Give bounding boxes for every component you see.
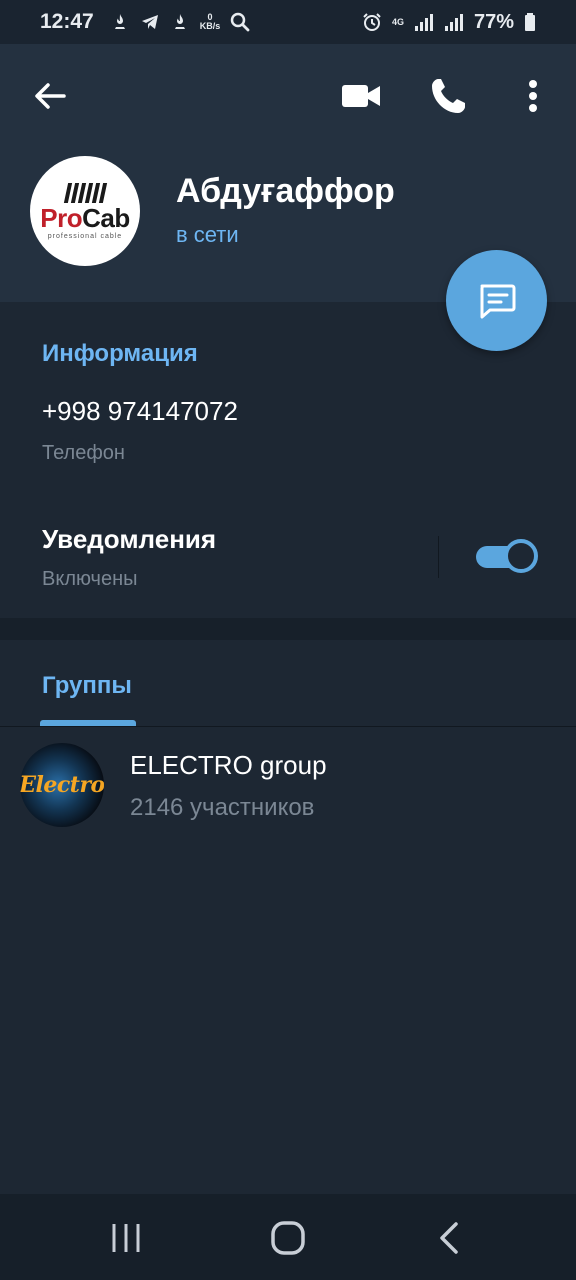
back-icon[interactable] bbox=[434, 1220, 464, 1256]
system-nav-bar bbox=[0, 1194, 576, 1280]
avatar-logo-stripes bbox=[63, 182, 107, 203]
status-left: 12:47 0 KB/s bbox=[40, 10, 250, 34]
battery-percent: 77% bbox=[473, 10, 514, 33]
group-name: ELECTRO group bbox=[130, 750, 327, 780]
contact-name: Абдуғаффор bbox=[176, 172, 395, 210]
notifications-status: Включены bbox=[42, 568, 138, 590]
phone-label: Телефон bbox=[42, 442, 125, 464]
send-message-button[interactable] bbox=[446, 250, 547, 351]
phone-icon[interactable] bbox=[426, 74, 470, 118]
home-icon[interactable] bbox=[270, 1220, 306, 1256]
tab-groups[interactable]: Группы bbox=[42, 672, 132, 700]
avatar-logo-cab: Cab bbox=[82, 202, 130, 233]
network-speed-unit: KB/s bbox=[199, 21, 221, 31]
status-time: 12:47 bbox=[40, 10, 94, 33]
section-divider bbox=[0, 618, 576, 640]
status-bar: 12:47 0 KB/s 4G 77% bbox=[0, 0, 576, 44]
search-icon bbox=[230, 12, 250, 32]
video-camera-icon[interactable] bbox=[338, 74, 384, 118]
avatar-logo-pro: Pro bbox=[40, 202, 83, 233]
recent-apps-icon[interactable] bbox=[108, 1221, 148, 1255]
toggle-knob bbox=[504, 539, 538, 573]
notifications-label: Уведомления bbox=[42, 524, 217, 554]
avatar-logo-subtitle: professional cable bbox=[47, 232, 123, 240]
status-right: 4G 77% bbox=[362, 11, 536, 34]
signal-icon bbox=[444, 14, 463, 31]
network-speed: 0 KB/s bbox=[200, 13, 221, 31]
back-arrow-icon[interactable] bbox=[30, 76, 70, 116]
contact-online-status: в сети bbox=[176, 222, 239, 247]
notifications-toggle[interactable] bbox=[476, 538, 538, 574]
contact-avatar[interactable]: ProCab professional cable bbox=[30, 156, 140, 266]
notifications-row[interactable]: Уведомления Включены bbox=[0, 518, 576, 608]
network-type: 4G bbox=[391, 17, 404, 27]
alarm-icon bbox=[363, 13, 381, 31]
signal-icon bbox=[414, 14, 433, 31]
notification-icon bbox=[114, 14, 125, 29]
message-icon bbox=[480, 284, 515, 318]
more-vertical-icon[interactable] bbox=[516, 74, 550, 118]
info-section-title: Информация bbox=[42, 340, 198, 367]
phone-number[interactable]: +998 974147072 bbox=[42, 396, 238, 427]
list-item-group[interactable]: Electro ELECTRO group 2146 участников bbox=[0, 736, 576, 836]
groups-section: Группы Electro ELECTRO group 2146 участн… bbox=[0, 640, 576, 1194]
group-members: 2146 участников bbox=[130, 794, 315, 821]
group-avatar-text: Electro bbox=[20, 772, 104, 798]
tab-divider bbox=[0, 726, 576, 727]
divider bbox=[438, 536, 439, 578]
notification-icon bbox=[174, 14, 185, 29]
group-avatar: Electro bbox=[20, 743, 104, 827]
battery-icon bbox=[525, 13, 535, 31]
telegram-icon bbox=[141, 15, 158, 29]
avatar-logo-text: ProCab bbox=[40, 202, 130, 233]
